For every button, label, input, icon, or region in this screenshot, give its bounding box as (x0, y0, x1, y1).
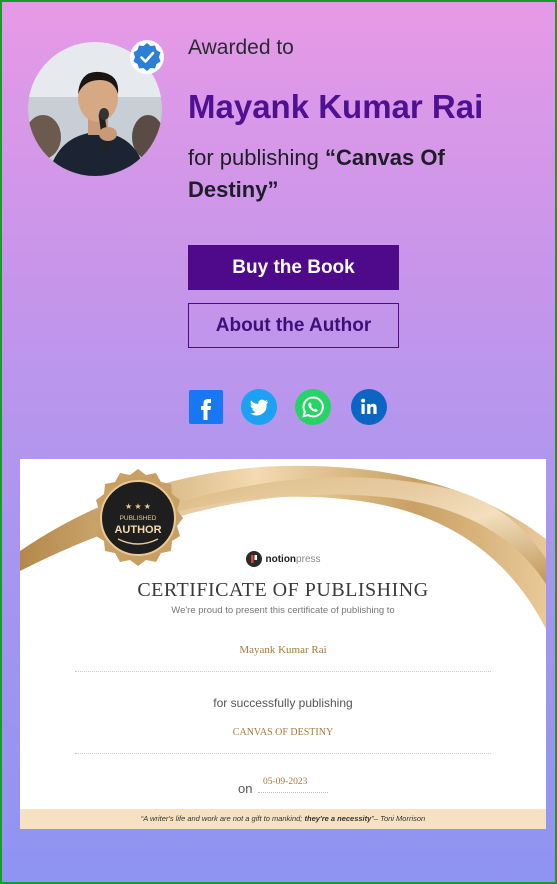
whatsapp-icon (295, 389, 331, 425)
divider (75, 753, 491, 754)
quote-bold: they're a necessity (304, 814, 372, 823)
certificate-quote: “A writer's life and work are not a gift… (20, 809, 546, 829)
notionpress-logo: notionpress (20, 551, 546, 567)
facebook-icon (189, 390, 223, 424)
certificate-book: CANVAS OF DESTINY (232, 727, 334, 738)
certificate-recipient: Mayank Kumar Rai (239, 644, 327, 656)
badge-top-text: PUBLISHED (120, 515, 157, 522)
buy-book-button[interactable]: Buy the Book (188, 245, 399, 290)
certificate-card[interactable]: ★ ★ ★ PUBLISHED AUTHOR notionpress CERTI… (20, 459, 546, 829)
badge-main-text: AUTHOR (114, 524, 161, 536)
twitter-share-button[interactable] (241, 389, 277, 425)
for-publishing-line: for publishing “Canvas Of Destiny” (188, 142, 518, 206)
linkedin-share-button[interactable] (351, 389, 387, 425)
author-name: Mayank Kumar Rai (188, 88, 484, 125)
logo-light-text: press (296, 553, 321, 565)
notionpress-logo-icon (245, 551, 262, 567)
author-avatar-wrap (28, 40, 164, 176)
divider (258, 792, 328, 793)
certificate-title: CERTIFICATE OF PUBLISHING (137, 579, 429, 601)
quote-plain: “A writer's life and work are not a gift… (140, 814, 305, 823)
quote-end: ”– Toni Morrison (371, 814, 426, 823)
for-publishing-prefix: for publishing (188, 145, 319, 170)
linkedin-icon (351, 389, 387, 425)
whatsapp-share-button[interactable] (295, 389, 331, 425)
certificate-on-label: on (238, 781, 253, 796)
certificate-date: 05-09-2023 (263, 777, 308, 787)
awarded-to-label: Awarded to (188, 36, 294, 59)
divider (75, 671, 491, 672)
verified-badge (130, 40, 164, 74)
twitter-icon (241, 389, 277, 425)
svg-text:★ ★ ★: ★ ★ ★ (125, 502, 151, 511)
logo-bold-text: notion (265, 553, 297, 565)
about-author-button[interactable]: About the Author (188, 303, 399, 348)
certificate-subtitle: We're proud to present this certificate … (171, 605, 395, 616)
verified-check-icon (133, 43, 161, 71)
facebook-share-button[interactable] (188, 389, 224, 425)
certificate-for-text: for successfully publishing (213, 696, 353, 710)
